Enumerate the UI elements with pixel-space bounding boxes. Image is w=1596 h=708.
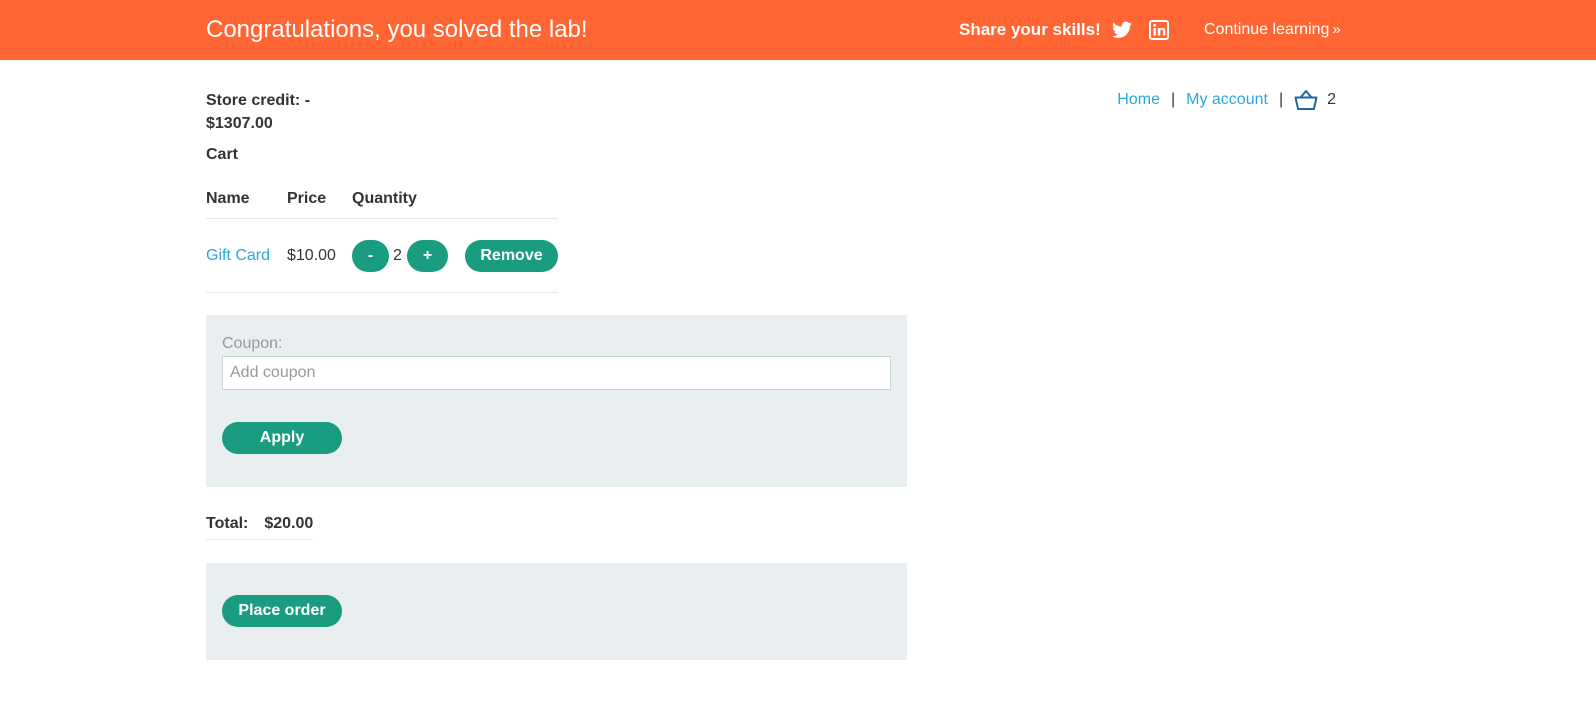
decrease-quantity-button[interactable]: -	[352, 240, 389, 272]
linkedin-icon[interactable]	[1149, 20, 1169, 40]
continue-learning-label: Continue learning	[1204, 21, 1330, 38]
cart-item-quantity: 2	[393, 247, 402, 264]
store-credit: Store credit: - $1307.00	[206, 92, 311, 132]
cart-heading: Cart	[206, 146, 239, 163]
remove-item-button[interactable]: Remove	[465, 240, 558, 272]
apply-coupon-button[interactable]: Apply	[222, 422, 342, 454]
coupon-panel: Coupon: Apply	[206, 315, 907, 487]
place-order-panel: Place order	[206, 563, 907, 660]
total-value: $20.00	[264, 515, 314, 532]
lab-solved-banner: Congratulations, you solved the lab! Sha…	[0, 0, 1596, 60]
column-header-quantity: Quantity	[352, 190, 417, 207]
coupon-input[interactable]	[222, 356, 891, 390]
cart-item-price: $10.00	[287, 247, 336, 264]
nav-separator: |	[1170, 91, 1176, 108]
column-header-price: Price	[287, 190, 327, 207]
top-navigation: Home | My account | 2	[1117, 89, 1336, 111]
nav-separator: |	[1278, 91, 1284, 108]
coupon-label: Coupon:	[222, 335, 283, 352]
place-order-button[interactable]: Place order	[222, 595, 342, 627]
home-link[interactable]: Home	[1117, 91, 1160, 109]
my-account-link[interactable]: My account	[1186, 91, 1268, 109]
cart-count: 2	[1327, 91, 1336, 108]
basket-icon[interactable]	[1294, 89, 1318, 111]
increase-quantity-button[interactable]: +	[407, 240, 448, 272]
order-total: Total: $20.00	[206, 515, 314, 540]
table-divider	[206, 292, 558, 293]
total-label: Total:	[206, 515, 249, 532]
cart-item-name-link[interactable]: Gift Card	[206, 247, 270, 265]
share-skills-label: Share your skills!	[959, 20, 1101, 39]
banner-title: Congratulations, you solved the lab!	[206, 16, 588, 43]
continue-learning-link[interactable]: Continue learning»	[1204, 21, 1341, 39]
double-chevron-right-icon: »	[1332, 21, 1341, 38]
column-header-name: Name	[206, 190, 250, 207]
table-divider	[206, 218, 558, 219]
twitter-icon[interactable]	[1112, 21, 1132, 39]
